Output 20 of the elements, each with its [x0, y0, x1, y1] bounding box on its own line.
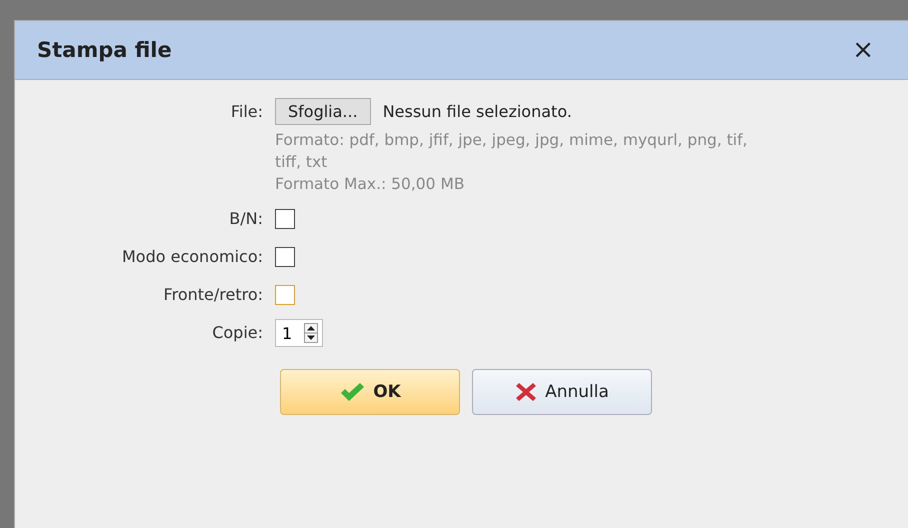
file-status: Nessun file selezionato.: [382, 102, 572, 121]
dialog-title: Stampa file: [37, 38, 172, 62]
checkbox[interactable]: [275, 247, 295, 267]
field-label: Modo economico:: [121, 246, 264, 268]
checkbox[interactable]: [275, 285, 295, 305]
spinner-icon[interactable]: [304, 323, 318, 343]
ok-button[interactable]: OK: [280, 369, 460, 415]
check-icon: [339, 382, 366, 402]
field-label: Copie:: [211, 322, 264, 344]
checkbox[interactable]: [275, 209, 295, 229]
cross-icon: [515, 382, 538, 402]
field-label: B/N:: [228, 208, 264, 230]
browse-button[interactable]: Sfoglia...: [275, 98, 371, 125]
close-button[interactable]: ×: [848, 35, 878, 65]
hint-text: Formato: pdf, bmp, jfif, jpe, jpeg, jpg, mime, myqurl, png, tif, tiff, txt: [275, 130, 748, 173]
field-label: Fronte/retro:: [162, 284, 264, 306]
cancel-button[interactable]: Annulla: [472, 369, 652, 415]
number-field[interactable]: 1: [275, 319, 324, 347]
field-label: File:: [230, 101, 264, 123]
hint-text: Formato Max.: 50,00 MB: [275, 174, 466, 195]
